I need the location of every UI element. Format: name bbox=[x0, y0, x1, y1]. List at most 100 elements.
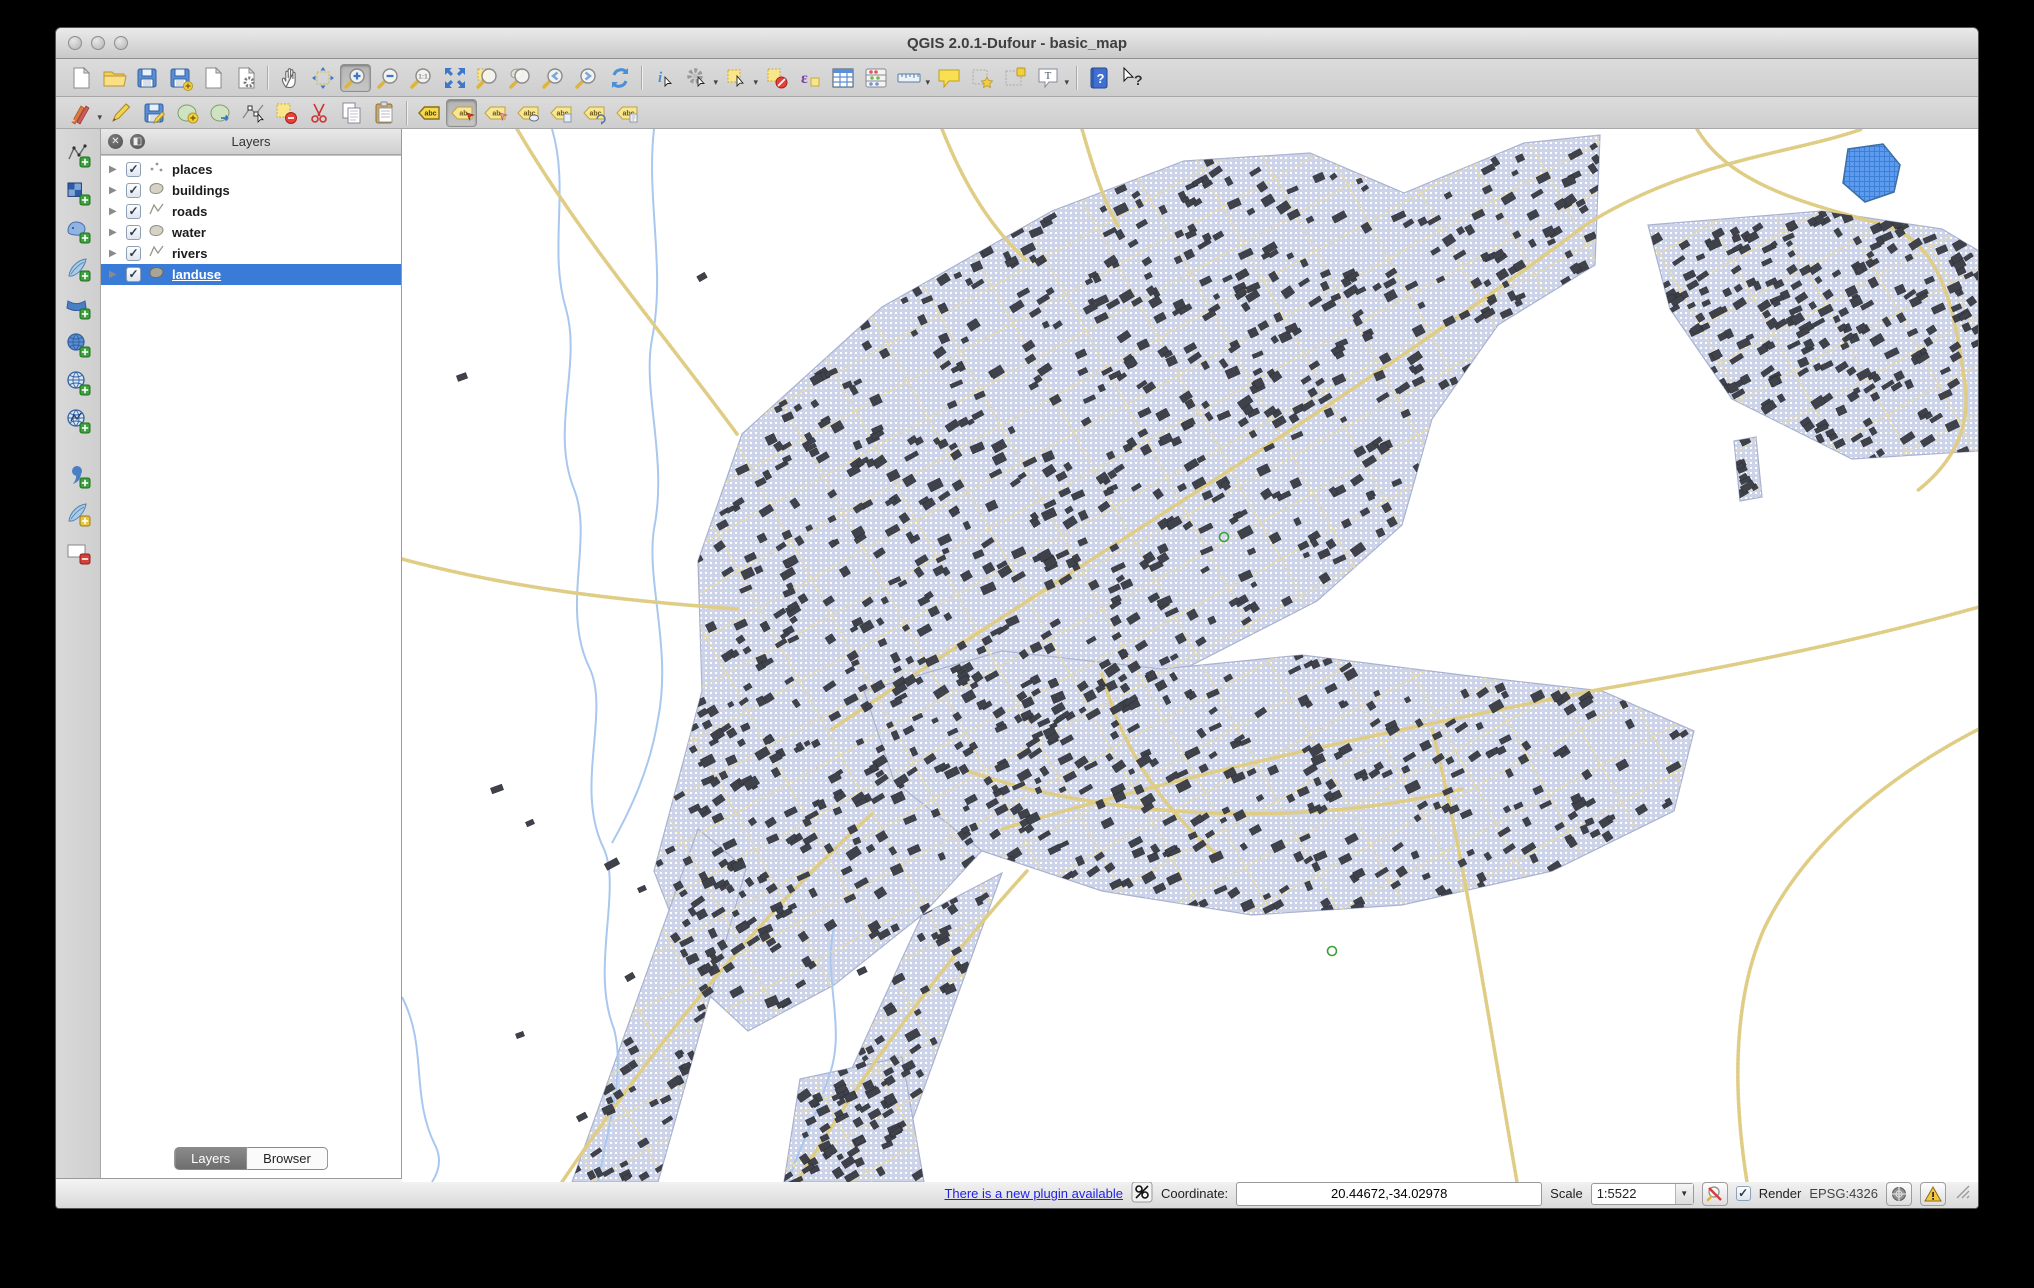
composer-manager-button[interactable] bbox=[230, 64, 261, 92]
show-bookmarks-button[interactable] bbox=[999, 64, 1030, 92]
delete-selected-button[interactable] bbox=[270, 99, 301, 127]
move-label-button[interactable]: abc bbox=[545, 99, 576, 127]
rotate-label-button[interactable]: abc bbox=[578, 99, 609, 127]
add-wcs-layer-button[interactable] bbox=[61, 367, 95, 398]
refresh-map-button[interactable] bbox=[604, 64, 635, 92]
toolbar-separator bbox=[641, 66, 642, 90]
layer-visibility-checkbox[interactable]: ✓ bbox=[126, 225, 141, 240]
expand-arrow-icon[interactable]: ▶ bbox=[109, 248, 119, 259]
layer-row-roads[interactable]: ▶✓roads bbox=[101, 201, 401, 222]
help-contents-button[interactable]: ? bbox=[1083, 64, 1114, 92]
save-project-as-button[interactable] bbox=[164, 64, 195, 92]
zoom-to-selection-button[interactable] bbox=[472, 64, 503, 92]
layer-visibility-checkbox[interactable]: ✓ bbox=[126, 183, 141, 198]
expand-arrow-icon[interactable]: ▶ bbox=[109, 206, 119, 217]
coordinate-input[interactable] bbox=[1236, 1182, 1542, 1206]
map-svg[interactable] bbox=[402, 129, 1978, 1182]
zoom-to-layer-button[interactable] bbox=[505, 64, 536, 92]
open-attribute-table-button[interactable] bbox=[827, 64, 858, 92]
expand-arrow-icon[interactable]: ▶ bbox=[109, 269, 119, 280]
dropdown-arrow-icon[interactable]: ▾ bbox=[97, 112, 102, 123]
add-feature-button[interactable] bbox=[171, 99, 202, 127]
pin-unpin-labels-button[interactable]: ab bbox=[446, 99, 477, 127]
new-project-button[interactable] bbox=[65, 64, 96, 92]
expand-arrow-icon[interactable]: ▶ bbox=[109, 164, 119, 175]
dropdown-arrow-icon[interactable]: ▾ bbox=[1064, 77, 1069, 88]
stop-render-button[interactable] bbox=[1702, 1182, 1728, 1206]
zoom-native-button[interactable]: 1:1 bbox=[406, 64, 437, 92]
move-feature-button[interactable] bbox=[204, 99, 235, 127]
expand-arrow-icon[interactable]: ▶ bbox=[109, 185, 119, 196]
tab-browser[interactable]: Browser bbox=[247, 1147, 328, 1170]
dropdown-arrow-icon[interactable]: ▾ bbox=[713, 77, 718, 88]
render-checkbox[interactable]: ✓ bbox=[1736, 1186, 1751, 1201]
scale-dropdown-icon[interactable]: ▼ bbox=[1675, 1184, 1693, 1204]
current-edits-button[interactable]: ▾ bbox=[65, 99, 96, 127]
open-project-button[interactable] bbox=[98, 64, 129, 92]
cut-features-button[interactable] bbox=[303, 99, 334, 127]
layer-labeling-options-button[interactable]: abc bbox=[413, 99, 444, 127]
new-spatialite-layer-button[interactable] bbox=[61, 498, 95, 529]
select-by-expression-button[interactable]: ε bbox=[794, 64, 825, 92]
save-project-button[interactable] bbox=[131, 64, 162, 92]
plugin-icon[interactable] bbox=[1131, 1181, 1153, 1206]
measure-button[interactable]: ▾ bbox=[893, 64, 924, 92]
new-print-composer-button[interactable] bbox=[197, 64, 228, 92]
add-wms-layer-button[interactable] bbox=[61, 329, 95, 360]
layer-row-landuse[interactable]: ▶✓landuse bbox=[101, 264, 401, 285]
layer-row-places[interactable]: ▶✓places bbox=[101, 159, 401, 180]
new-plugin-link[interactable]: There is a new plugin available bbox=[944, 1186, 1123, 1201]
layer-visibility-checkbox[interactable]: ✓ bbox=[126, 162, 141, 177]
new-bookmark-button[interactable] bbox=[966, 64, 997, 92]
run-feature-action-button[interactable]: ▾ bbox=[681, 64, 712, 92]
zoom-out-button[interactable] bbox=[373, 64, 404, 92]
pan-map-to-selection-button[interactable] bbox=[307, 64, 338, 92]
scale-value[interactable]: 1:5522 bbox=[1592, 1186, 1675, 1201]
add-mssql-layer-button[interactable] bbox=[61, 291, 95, 322]
layer-row-buildings[interactable]: ▶✓buildings bbox=[101, 180, 401, 201]
pan-map-button[interactable] bbox=[274, 64, 305, 92]
select-features-button[interactable]: ▾ bbox=[721, 64, 752, 92]
dropdown-arrow-icon[interactable]: ▾ bbox=[753, 77, 758, 88]
copy-features-button[interactable] bbox=[336, 99, 367, 127]
zoom-next-button[interactable] bbox=[571, 64, 602, 92]
zoom-full-button[interactable] bbox=[439, 64, 470, 92]
crs-status-button[interactable] bbox=[1886, 1182, 1912, 1206]
resize-grip[interactable] bbox=[1956, 1185, 1970, 1202]
node-tool-button[interactable] bbox=[237, 99, 268, 127]
remove-layer-button[interactable] bbox=[61, 536, 95, 567]
zoom-last-button[interactable] bbox=[538, 64, 569, 92]
show-hide-labels-button[interactable]: abc bbox=[512, 99, 543, 127]
toggle-editing-button[interactable] bbox=[105, 99, 136, 127]
add-delimited-text-layer-button[interactable] bbox=[61, 460, 95, 491]
add-vector-layer-button[interactable] bbox=[61, 139, 95, 170]
paste-features-button[interactable] bbox=[369, 99, 400, 127]
map-canvas[interactable] bbox=[402, 129, 1978, 1178]
field-calculator-button[interactable] bbox=[860, 64, 891, 92]
layer-symbol-icon bbox=[148, 180, 165, 201]
layer-visibility-checkbox[interactable]: ✓ bbox=[126, 267, 141, 282]
dropdown-arrow-icon[interactable]: ▾ bbox=[925, 77, 930, 88]
tab-layers[interactable]: Layers bbox=[174, 1147, 247, 1170]
toolbar-separator bbox=[406, 101, 407, 125]
layer-row-rivers[interactable]: ▶✓rivers bbox=[101, 243, 401, 264]
layer-visibility-checkbox[interactable]: ✓ bbox=[126, 204, 141, 219]
add-raster-layer-button[interactable] bbox=[61, 177, 95, 208]
deselect-features-button[interactable] bbox=[761, 64, 792, 92]
whats-this-button[interactable]: ? bbox=[1116, 64, 1147, 92]
save-layer-edits-button[interactable] bbox=[138, 99, 169, 127]
messages-button[interactable] bbox=[1920, 1182, 1946, 1206]
identify-features-button[interactable]: i bbox=[648, 64, 679, 92]
highlight-pinned-labels-button[interactable]: ab bbox=[479, 99, 510, 127]
add-spatialite-layer-button[interactable] bbox=[61, 253, 95, 284]
add-wfs-layer-button[interactable] bbox=[61, 405, 95, 436]
text-annotation-button[interactable]: T▾ bbox=[1032, 64, 1063, 92]
change-label-properties-button[interactable]: abc bbox=[611, 99, 642, 127]
scale-combobox[interactable]: 1:5522 ▼ bbox=[1591, 1183, 1694, 1205]
add-postgis-layer-button[interactable] bbox=[61, 215, 95, 246]
layer-row-water[interactable]: ▶✓water bbox=[101, 222, 401, 243]
map-tips-button[interactable] bbox=[933, 64, 964, 92]
layer-visibility-checkbox[interactable]: ✓ bbox=[126, 246, 141, 261]
zoom-in-button[interactable] bbox=[340, 64, 371, 92]
expand-arrow-icon[interactable]: ▶ bbox=[109, 227, 119, 238]
